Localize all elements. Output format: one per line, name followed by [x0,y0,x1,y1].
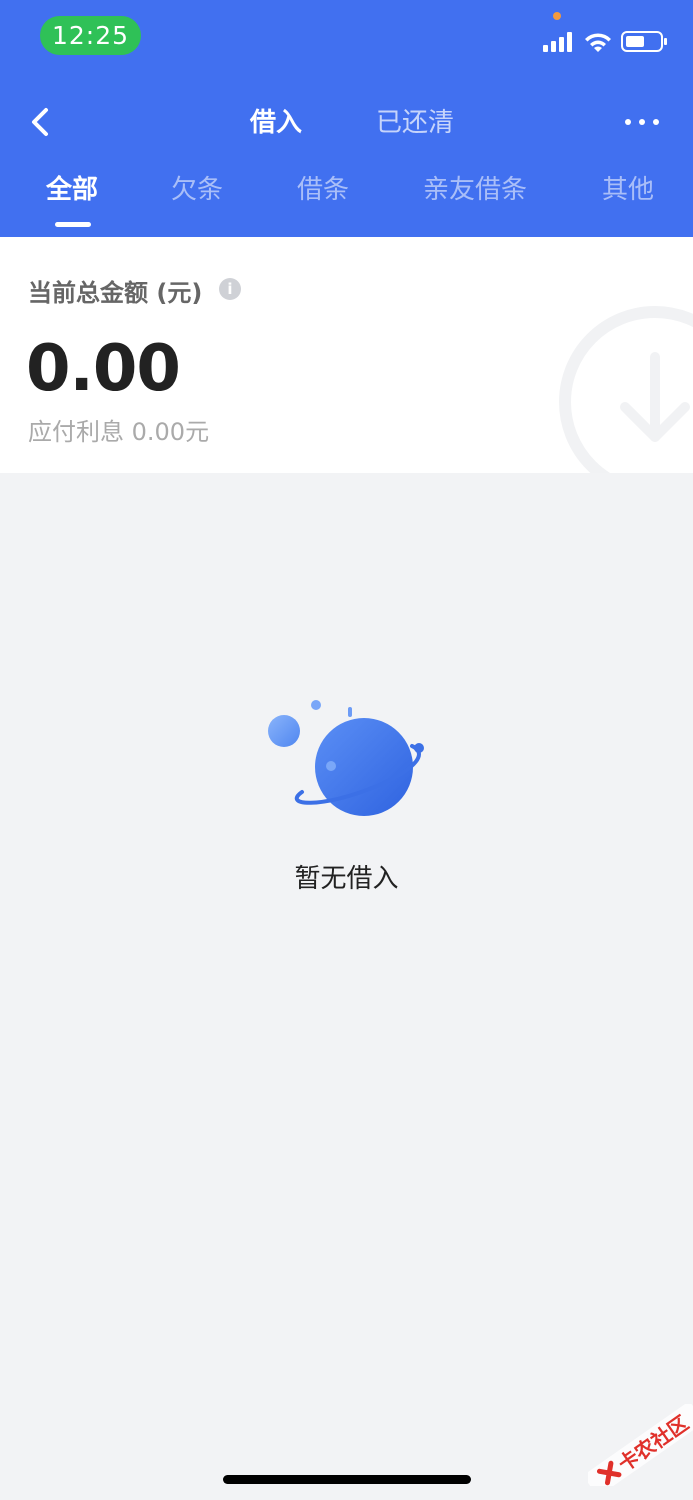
info-icon[interactable]: i [219,278,241,300]
active-tab-indicator [55,222,91,227]
interest-due: 应付利息 0.00元 [28,418,210,446]
category-tab-other[interactable]: 其他 [602,170,654,210]
more-options-icon[interactable] [622,110,662,134]
category-tab-iou[interactable]: 欠条 [171,170,223,210]
top-header: 12:25 借入 已还清 全部 欠条 借条 亲友借条 其他 [0,0,693,237]
wifi-icon [585,33,611,52]
down-arrow-watermark-icon [559,306,693,473]
category-tab-family-loan[interactable]: 亲友借条 [423,170,527,210]
tab-repaid[interactable]: 已还清 [376,103,454,143]
watermark-logo-icon: 卡农社区 [588,1404,693,1486]
status-time: 12:25 [40,16,141,55]
battery-icon [621,31,667,52]
empty-state-text: 暂无借入 [294,864,399,894]
svg-text:卡农社区: 卡农社区 [614,1411,693,1477]
status-icons [543,31,667,52]
total-amount-value: 0.00 [26,332,181,406]
category-tab-all[interactable]: 全部 [46,170,98,210]
planet-illustration-icon [268,700,424,816]
summary-card: 当前总金额 (元) i 0.00 应付利息 0.00元 [0,237,693,473]
signal-icon [543,32,572,52]
camera-indicator-icon [553,12,561,20]
home-indicator [223,1475,471,1484]
back-arrow-icon[interactable] [22,102,62,142]
category-tab-loan-note[interactable]: 借条 [297,170,349,210]
tab-borrowed[interactable]: 借入 [250,103,302,143]
total-amount-label: 当前总金额 (元) [28,279,203,307]
